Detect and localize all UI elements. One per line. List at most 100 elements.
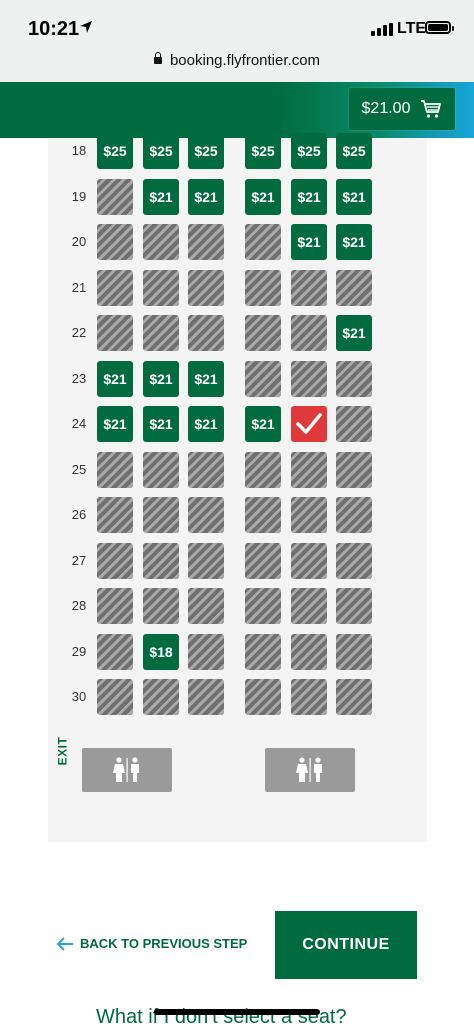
seat-unavailable-22C	[188, 315, 224, 351]
restroom-icon	[296, 757, 322, 782]
seat-unavailable-25C	[188, 452, 224, 488]
seat-available-19F[interactable]: $21	[336, 179, 372, 215]
seat-available-18D[interactable]: $25	[245, 133, 281, 169]
seat-unavailable-30A	[97, 679, 133, 715]
seat-unavailable-29F	[336, 634, 372, 670]
seat-available-24B[interactable]: $21	[143, 406, 179, 442]
row-label: 20	[71, 234, 87, 249]
seat-unavailable-22A	[97, 315, 133, 351]
seat-available-24D[interactable]: $21	[245, 406, 281, 442]
seat-unavailable-30F	[336, 679, 372, 715]
seat-unavailable-26A	[97, 497, 133, 533]
home-indicator	[154, 1009, 320, 1015]
seat-unavailable-20A	[97, 224, 133, 260]
seat-unavailable-22B	[143, 315, 179, 351]
seat-unavailable-27F	[336, 543, 372, 579]
seat-unavailable-27E	[291, 543, 327, 579]
seat-available-23C[interactable]: $21	[188, 361, 224, 397]
seat-available-24C[interactable]: $21	[188, 406, 224, 442]
seat-unavailable-21F	[336, 270, 372, 306]
row-label: 30	[71, 689, 87, 704]
seat-available-18C[interactable]: $25	[188, 133, 224, 169]
site-header: $21.00	[0, 82, 474, 138]
seat-selected-24E[interactable]	[291, 406, 327, 442]
seat-unavailable-28B	[143, 588, 179, 624]
seat-available-18A[interactable]: $25	[97, 133, 133, 169]
seat-unavailable-25F	[336, 452, 372, 488]
lavatory-left	[82, 748, 172, 792]
shopping-cart-icon	[421, 100, 442, 118]
seat-available-18B[interactable]: $25	[143, 133, 179, 169]
location-arrow-icon	[80, 21, 92, 33]
seat-available-29B[interactable]: $18	[143, 634, 179, 670]
seat-unavailable-27B	[143, 543, 179, 579]
seat-unavailable-23D	[245, 361, 281, 397]
seat-unavailable-21C	[188, 270, 224, 306]
url-text: booking.flyfrontier.com	[169, 52, 321, 69]
seat-available-19E[interactable]: $21	[291, 179, 327, 215]
status-time: 10:21	[28, 18, 80, 40]
seat-unavailable-28F	[336, 588, 372, 624]
seat-available-18E[interactable]: $25	[291, 133, 327, 169]
row-label: 27	[71, 553, 87, 568]
seat-available-23B[interactable]: $21	[143, 361, 179, 397]
row-label: 19	[71, 189, 87, 204]
seat-unavailable-30B	[143, 679, 179, 715]
seat-unavailable-29C	[188, 634, 224, 670]
row-label: 26	[71, 507, 87, 522]
seat-unavailable-22D	[245, 315, 281, 351]
seat-unavailable-28E	[291, 588, 327, 624]
seat-unavailable-27D	[245, 543, 281, 579]
seat-unavailable-20C	[188, 224, 224, 260]
seat-available-19C[interactable]: $21	[188, 179, 224, 215]
seat-unavailable-25E	[291, 452, 327, 488]
back-label: BACK TO PREVIOUS STEP	[80, 936, 248, 951]
seat-available-24A[interactable]: $21	[97, 406, 133, 442]
seat-available-20F[interactable]: $21	[336, 224, 372, 260]
seat-unavailable-29E	[291, 634, 327, 670]
lavatory-right	[265, 748, 355, 792]
signal-icon	[371, 23, 393, 36]
seat-available-19D[interactable]: $21	[245, 179, 281, 215]
seat-unavailable-26B	[143, 497, 179, 533]
seat-unavailable-23F	[336, 361, 372, 397]
seat-unavailable-30D	[245, 679, 281, 715]
seat-unavailable-21E	[291, 270, 327, 306]
row-label: 22	[71, 325, 87, 340]
seat-unavailable-25B	[143, 452, 179, 488]
lock-icon	[153, 52, 162, 64]
seat-available-20E[interactable]: $21	[291, 224, 327, 260]
cart-button[interactable]: $21.00	[349, 88, 455, 130]
checkmark-icon	[296, 413, 322, 434]
seat-available-23A[interactable]: $21	[97, 361, 133, 397]
seat-unavailable-29A	[97, 634, 133, 670]
row-label: 25	[71, 462, 87, 477]
address-bar[interactable]: booking.flyfrontier.com	[0, 52, 474, 69]
row-label: 24	[71, 416, 87, 431]
seat-unavailable-19A	[97, 179, 133, 215]
seat-unavailable-25A	[97, 452, 133, 488]
row-label: 29	[71, 644, 87, 659]
seat-available-18F[interactable]: $25	[336, 133, 372, 169]
seat-available-19B[interactable]: $21	[143, 179, 179, 215]
back-button[interactable]: BACK TO PREVIOUS STEP	[56, 936, 247, 951]
seat-available-22F[interactable]: $21	[336, 315, 372, 351]
seat-unavailable-26C	[188, 497, 224, 533]
seat-unavailable-28C	[188, 588, 224, 624]
seat-unavailable-20D	[245, 224, 281, 260]
seat-unavailable-27C	[188, 543, 224, 579]
continue-button[interactable]: CONTINUE	[275, 911, 417, 979]
seat-unavailable-22E	[291, 315, 327, 351]
seat-unavailable-20B	[143, 224, 179, 260]
exit-label: EXIT	[55, 736, 70, 766]
row-label: 18	[71, 143, 87, 158]
seat-unavailable-27A	[97, 543, 133, 579]
arrow-left-icon	[56, 936, 73, 951]
seat-unavailable-26D	[245, 497, 281, 533]
row-label: 21	[71, 280, 87, 295]
battery-icon	[425, 21, 454, 34]
seat-unavailable-28A	[97, 588, 133, 624]
row-label: 28	[71, 598, 87, 613]
status-bar: 10:21 LTE booking.flyfrontier.com	[0, 0, 474, 82]
seat-unavailable-30E	[291, 679, 327, 715]
